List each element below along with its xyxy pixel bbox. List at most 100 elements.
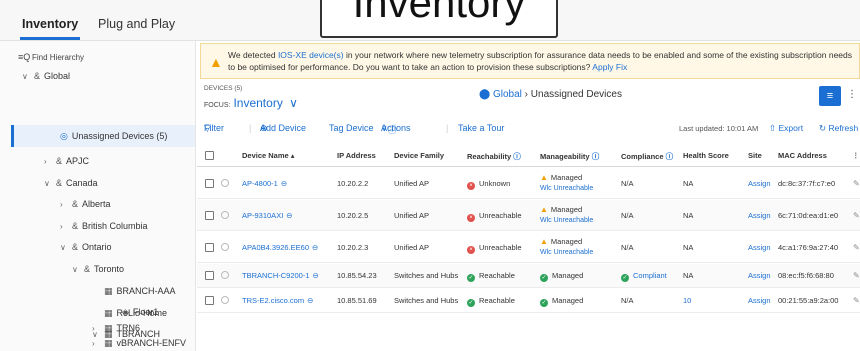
- chevron-right-icon[interactable]: ›: [92, 339, 104, 348]
- export-icon: ⇧: [769, 123, 777, 133]
- take-a-tour-link[interactable]: Take a Tour: [458, 123, 504, 133]
- ip-address-cell: 10.20.2.5: [337, 211, 369, 220]
- edit-icon[interactable]: ✎: [853, 179, 860, 188]
- col-mac-address[interactable]: MAC Address: [778, 151, 827, 160]
- tree-node-ontario[interactable]: ∨ & Ontario: [60, 237, 112, 257]
- table-row[interactable]: APA0B4.3926.EE60 ⊖ 10.20.2.3 Unified AP ×…: [197, 232, 860, 263]
- row-checkbox[interactable]: [205, 179, 214, 188]
- tree-node-alberta[interactable]: › & Alberta: [60, 194, 111, 214]
- chevron-down-icon[interactable]: ∨: [60, 243, 72, 252]
- apply-fix-link[interactable]: Apply Fix: [592, 62, 627, 72]
- tab-inventory[interactable]: Inventory: [22, 17, 78, 31]
- hierarchy-filter-icon[interactable]: ≡Q: [18, 52, 30, 62]
- manageability-text: Managed: [550, 237, 583, 246]
- chevron-right-icon[interactable]: ›: [60, 222, 72, 231]
- chevron-down-icon[interactable]: ∨: [22, 72, 34, 81]
- compliance-cell[interactable]: ✓ Compliant: [621, 271, 667, 282]
- tree-node-british-columbia[interactable]: › & British Columbia: [60, 216, 148, 236]
- focus-label: FOCUS:: [204, 102, 231, 109]
- ip-address-cell: 10.85.51.69: [337, 296, 377, 305]
- col-manageability[interactable]: Manageability ⓘ: [540, 151, 599, 162]
- zoom-in-icon[interactable]: ⊖: [286, 211, 292, 220]
- list-view-button[interactable]: ≡: [819, 86, 841, 106]
- assign-site-link[interactable]: Assign: [748, 271, 771, 280]
- wlc-unreachable-link[interactable]: Wlc Unreachable: [540, 185, 593, 192]
- row-checkbox[interactable]: [205, 211, 214, 220]
- device-name-link[interactable]: TBRANCH-C9200-1: [242, 271, 310, 280]
- chevron-right-icon[interactable]: ›: [60, 200, 72, 209]
- table-row[interactable]: TRS-E2.cisco.com ⊖ 10.85.51.69 Switches a…: [197, 289, 860, 313]
- device-name-cell[interactable]: AP-4800-1 ⊖: [242, 179, 287, 188]
- manageability-text: Managed: [552, 271, 584, 280]
- chevron-down-icon[interactable]: ∨: [72, 265, 84, 274]
- info-icon[interactable]: ⓘ: [592, 152, 600, 161]
- assign-site-link[interactable]: Assign: [748, 211, 771, 220]
- chevron-right-icon[interactable]: ›: [92, 324, 104, 333]
- assign-site-link[interactable]: Assign: [748, 296, 771, 305]
- tree-node-apjc[interactable]: › & APJC: [44, 151, 89, 171]
- focus-value[interactable]: Inventory: [233, 96, 282, 110]
- tag-device-button[interactable]: Tag Device: [329, 123, 374, 133]
- wlc-unreachable-link[interactable]: Wlc Unreachable: [540, 249, 593, 256]
- edit-icon[interactable]: ✎: [853, 271, 860, 280]
- device-name-link[interactable]: AP-4800-1: [242, 179, 278, 188]
- topology-view-button[interactable]: ⋮: [847, 89, 857, 100]
- col-device-family[interactable]: Device Family: [394, 151, 444, 160]
- health-score-cell[interactable]: 10: [683, 296, 691, 305]
- col-health-score[interactable]: Health Score: [683, 151, 729, 160]
- tree-node-branch-aaa[interactable]: ▦ BRANCH-AAA: [104, 281, 176, 301]
- assign-site-link[interactable]: Assign: [748, 179, 771, 188]
- manageability-text: Managed: [550, 205, 583, 214]
- assign-site-link[interactable]: Assign: [748, 243, 771, 252]
- device-name-link[interactable]: AP-9310AXI: [242, 211, 283, 220]
- column-settings-icon[interactable]: ⋮: [852, 151, 860, 160]
- device-name-link[interactable]: TRS-E2.cisco.com: [242, 296, 304, 305]
- table-row[interactable]: AP-9310AXI ⊖ 10.20.2.5 Unified AP × Unreac…: [197, 200, 860, 231]
- breadcrumb-global[interactable]: Global: [493, 89, 522, 100]
- row-checkbox[interactable]: [205, 271, 214, 280]
- refresh-button[interactable]: ↻ Refresh: [819, 123, 858, 134]
- info-icon[interactable]: ⓘ: [666, 152, 674, 161]
- device-name-cell[interactable]: APA0B4.3926.EE60 ⊖: [242, 243, 318, 252]
- chevron-down-icon[interactable]: ∨: [44, 179, 56, 188]
- reachability-cell: ✓ Reachable: [467, 296, 515, 307]
- tree-node-global[interactable]: ∨ & Global: [22, 66, 70, 86]
- manageability-text: Managed: [552, 296, 584, 305]
- wlc-unreachable-link[interactable]: Wlc Unreachable: [540, 217, 593, 224]
- tree-node-vbranch-enfv[interactable]: › ▦ vBRANCH-ENFV: [92, 333, 186, 351]
- zoom-in-icon[interactable]: ⊖: [307, 296, 313, 305]
- edit-icon[interactable]: ✎: [853, 296, 860, 305]
- tree-node-toronto[interactable]: ∨ & Toronto: [72, 259, 124, 279]
- tree-node-unassigned[interactable]: ◎ Unassigned Devices (5): [60, 126, 167, 146]
- zoom-in-icon[interactable]: ⊖: [313, 271, 319, 280]
- col-compliance[interactable]: Compliance ⓘ: [621, 151, 673, 162]
- select-all-checkbox[interactable]: [205, 151, 214, 160]
- row-checkbox[interactable]: [205, 296, 214, 305]
- tree-node-canada[interactable]: ∨ & Canada: [44, 173, 98, 193]
- table-row[interactable]: TBRANCH-C9200-1 ⊖ 10.85.54.23 Switches an…: [197, 264, 860, 288]
- col-reachability[interactable]: Reachability ⓘ: [467, 151, 521, 162]
- device-name-cell[interactable]: TRS-E2.cisco.com ⊖: [242, 296, 313, 305]
- focus-selector[interactable]: FOCUS: Inventory ∨: [204, 96, 298, 110]
- col-device-name[interactable]: Device Name ▴: [242, 151, 295, 160]
- edit-icon[interactable]: ✎: [853, 211, 860, 220]
- row-checkbox[interactable]: [205, 243, 214, 252]
- tab-plug-and-play[interactable]: Plug and Play: [98, 17, 175, 31]
- table-row[interactable]: AP-4800-1 ⊖ 10.20.2.2 Unified AP × Unknown…: [197, 168, 860, 199]
- chevron-down-icon[interactable]: ∨: [286, 96, 298, 110]
- export-button[interactable]: ⇧ Export: [769, 123, 803, 134]
- ios-xe-devices-link[interactable]: IOS-XE device(s): [278, 50, 344, 60]
- device-name-cell[interactable]: TBRANCH-C9200-1 ⊖: [242, 271, 319, 280]
- chevron-right-icon[interactable]: ›: [44, 157, 56, 166]
- col-site[interactable]: Site: [748, 151, 762, 160]
- col-ip-address[interactable]: IP Address: [337, 151, 376, 160]
- device-name-link[interactable]: APA0B4.3926.EE60: [242, 243, 309, 252]
- info-icon[interactable]: ⓘ: [513, 152, 521, 161]
- edit-icon[interactable]: ✎: [853, 243, 860, 252]
- actions-menu[interactable]: Actions ∨ ⓘ: [381, 123, 411, 135]
- zoom-in-icon[interactable]: ⊖: [281, 179, 287, 188]
- reachability-cell: × Unreachable: [467, 211, 522, 222]
- device-name-cell[interactable]: AP-9310AXI ⊖: [242, 211, 293, 220]
- find-hierarchy-label[interactable]: Find Hierarchy: [32, 53, 84, 62]
- zoom-in-icon[interactable]: ⊖: [312, 243, 318, 252]
